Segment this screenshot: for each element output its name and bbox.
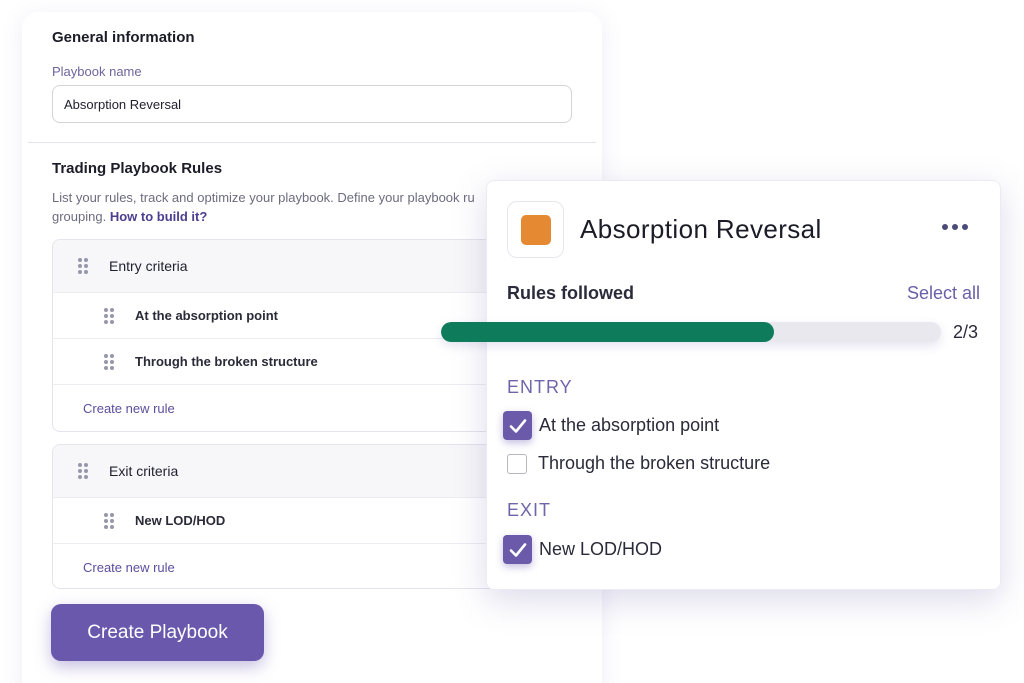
checkbox-label: Through the broken structure bbox=[538, 453, 771, 473]
category-label-exit: EXIT bbox=[507, 500, 552, 520]
rules-followed-label: Rules followed bbox=[507, 283, 635, 303]
rule-label: New LOD/HOD bbox=[135, 513, 226, 528]
checkbox[interactable] bbox=[503, 535, 532, 564]
rule-label: Through the broken structure bbox=[135, 354, 318, 369]
rules-progress-count: 2/3 bbox=[953, 322, 979, 342]
checkbox-label: New LOD/HOD bbox=[539, 539, 663, 559]
drag-handle-icon[interactable] bbox=[104, 512, 114, 529]
stage: General information Playbook name Tradin… bbox=[0, 0, 1024, 683]
general-info-title: General information bbox=[52, 29, 195, 46]
rule-group-title: Entry criteria bbox=[109, 258, 188, 274]
more-options-icon[interactable] bbox=[935, 215, 975, 239]
checkbox[interactable] bbox=[503, 411, 532, 440]
checkbox[interactable] bbox=[507, 453, 527, 474]
create-playbook-button[interactable]: Create Playbook bbox=[51, 604, 264, 661]
color-square-icon bbox=[521, 215, 551, 245]
check-icon bbox=[509, 418, 526, 433]
rules-description: List your rules, track and optimize your… bbox=[52, 188, 492, 226]
rule-checkbox-item[interactable]: New LOD/HOD bbox=[503, 535, 663, 564]
drag-handle-icon[interactable] bbox=[78, 258, 88, 274]
check-icon bbox=[509, 542, 526, 557]
category-label-entry: ENTRY bbox=[507, 377, 573, 397]
drag-handle-icon[interactable] bbox=[78, 463, 88, 479]
playbook-name-input[interactable] bbox=[52, 85, 572, 123]
rule-checkbox-item[interactable]: Through the broken structure bbox=[505, 453, 770, 474]
rules-section-title: Trading Playbook Rules bbox=[52, 160, 223, 177]
rule-label: At the absorption point bbox=[135, 308, 278, 323]
drag-handle-icon[interactable] bbox=[104, 353, 114, 370]
rule-checkbox-item[interactable]: At the absorption point bbox=[503, 411, 720, 440]
checkbox-label: At the absorption point bbox=[539, 415, 720, 435]
rules-progress-bar bbox=[441, 322, 941, 342]
playbook-title: Absorption Reversal bbox=[580, 214, 822, 244]
how-to-build-link[interactable]: How to build it? bbox=[110, 209, 207, 224]
playbook-name-label: Playbook name bbox=[52, 64, 142, 79]
rules-progress-fill bbox=[441, 322, 775, 342]
playbook-summary-card: Absorption Reversal Rules followed Selec… bbox=[441, 180, 1001, 590]
drag-handle-icon[interactable] bbox=[104, 307, 114, 324]
section-divider bbox=[28, 142, 596, 143]
playbook-color-swatch[interactable] bbox=[507, 201, 564, 258]
rule-group-title: Exit criteria bbox=[109, 463, 179, 479]
select-all-link[interactable]: Select all bbox=[907, 283, 980, 304]
